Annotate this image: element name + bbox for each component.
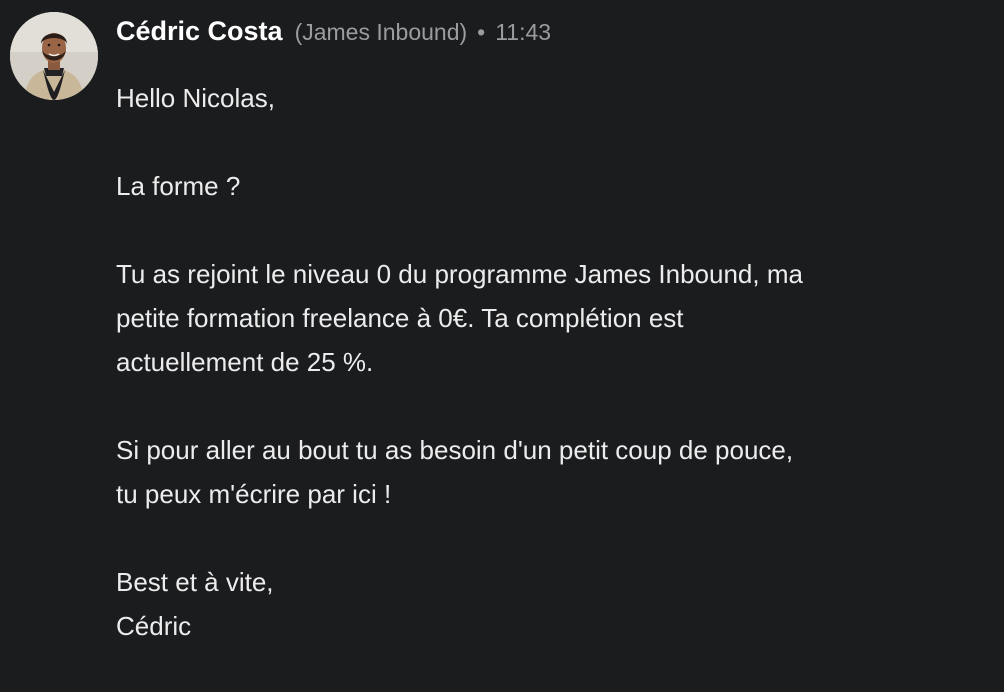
message-header: Cédric Costa (James Inbound) • 11:43 (116, 16, 551, 52)
avatar[interactable] (10, 12, 98, 100)
sender-company: (James Inbound) (294, 19, 468, 45)
message-paragraph: Tu as rejoint le niveau 0 du programme J… (116, 252, 986, 384)
timestamp: 11:43 (495, 19, 552, 45)
message-paragraph: Si pour aller au bout tu as besoin d'un … (116, 428, 986, 516)
message-body: Hello Nicolas, La forme ? Tu as rejoint … (116, 76, 986, 692)
message-line: Tu as rejoint le niveau 0 du programme J… (116, 259, 803, 289)
message-line: La forme ? (116, 171, 241, 201)
separator-dot: • (477, 19, 486, 45)
sender-name[interactable]: Cédric Costa (116, 16, 283, 47)
chat-message: Cédric Costa (James Inbound) • 11:43 Hel… (0, 0, 1004, 660)
message-paragraph: Hello Nicolas, (116, 76, 986, 120)
message-line: tu peux m'écrire par ici ! (116, 479, 392, 509)
message-line: petite formation freelance à 0€. Ta comp… (116, 303, 684, 333)
message-line: Cédric (116, 611, 192, 641)
message-paragraph: La forme ? (116, 164, 986, 208)
message-line: actuellement de 25 %. (116, 347, 374, 377)
message-paragraph: Best et à vite, Cédric (116, 560, 986, 648)
message-line: Si pour aller au bout tu as besoin d'un … (116, 435, 794, 465)
message-line: Best et à vite, (116, 567, 274, 597)
profile-photo-icon (10, 12, 98, 100)
message-line: Hello Nicolas, (116, 83, 275, 113)
